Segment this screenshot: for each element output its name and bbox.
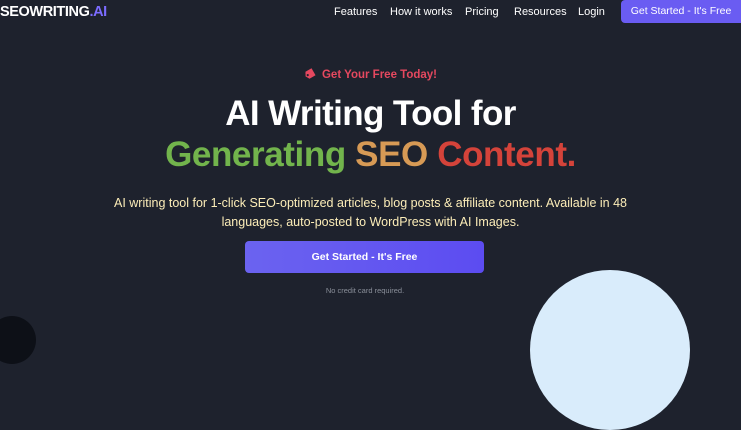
headline-word-seo: SEO (355, 135, 428, 174)
headline-line-2: Generating SEO Content. (0, 134, 741, 176)
nav-link-how-it-works[interactable]: How it works (390, 6, 452, 19)
free-badge: Get Your Free Today! (0, 67, 741, 83)
logo[interactable]: SEOWRITING.AI (0, 4, 107, 20)
headline-word-generating: Generating (165, 135, 346, 174)
nav-link-pricing[interactable]: Pricing (465, 6, 499, 19)
price-tag-icon (305, 68, 316, 80)
hero-subtitle: AI writing tool for 1-click SEO-optimize… (114, 196, 627, 229)
decorative-circle-left (0, 316, 36, 364)
headline-word-content: Content. (437, 135, 576, 174)
top-navigation: SEOWRITING.AI Features How it works Pric… (0, 0, 741, 24)
nav-get-started-button[interactable]: Get Started - It's Free (621, 0, 741, 23)
logo-text: SEOWRITING (0, 4, 90, 20)
headline-line-1: AI Writing Tool for (225, 94, 516, 133)
hero-get-started-button[interactable]: Get Started - It's Free (245, 241, 484, 273)
decorative-circle-right (530, 270, 690, 430)
nav-link-login[interactable]: Login (578, 6, 605, 19)
nav-link-resources[interactable]: Resources (514, 6, 567, 19)
logo-accent-text: .AI (89, 4, 107, 20)
nav-link-features[interactable]: Features (334, 6, 377, 19)
badge-text: Get Your Free Today! (321, 69, 438, 81)
